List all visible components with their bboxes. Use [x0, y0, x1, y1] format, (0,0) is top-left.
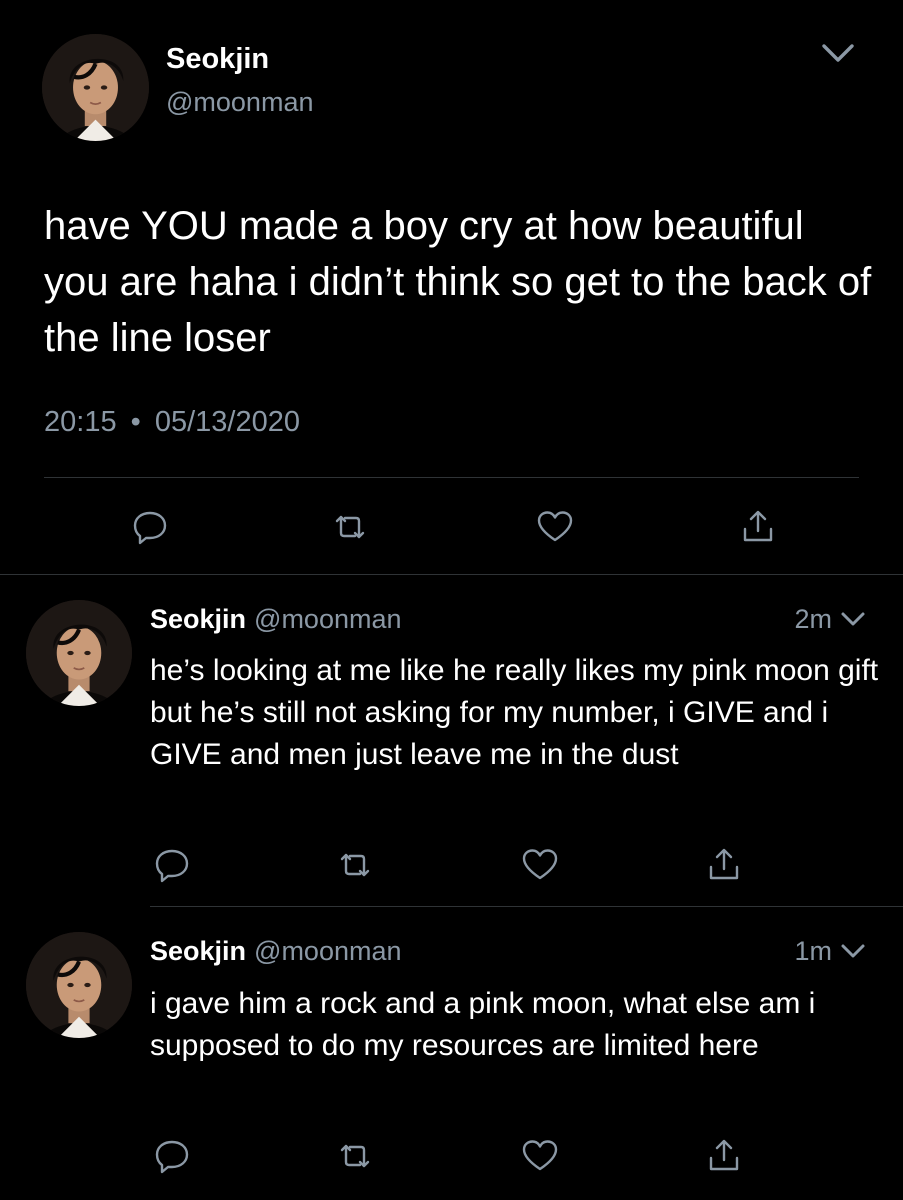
retweet-icon[interactable]	[333, 843, 377, 887]
tweet-text: he’s looking at me like he really likes …	[150, 654, 879, 771]
display-name[interactable]: Seokjin	[150, 604, 246, 634]
retweet-icon[interactable]	[328, 505, 372, 549]
share-icon[interactable]	[702, 1134, 746, 1178]
tweet-time: 20:15	[44, 406, 117, 438]
chevron-down-icon[interactable]	[838, 607, 868, 631]
tweet-text: have YOU made a boy cry at how beautiful…	[44, 204, 872, 360]
chevron-down-icon[interactable]	[818, 38, 858, 68]
display-name[interactable]: Seokjin	[150, 936, 246, 966]
reply-header: Seokjin @moonman	[150, 935, 402, 967]
avatar[interactable]	[26, 600, 132, 706]
share-icon[interactable]	[702, 843, 746, 887]
like-icon[interactable]	[518, 843, 562, 887]
reply-icon[interactable]	[150, 843, 194, 887]
meta-separator: •	[130, 406, 141, 438]
like-icon[interactable]	[518, 1134, 562, 1178]
reply-icon[interactable]	[128, 505, 172, 549]
avatar[interactable]	[26, 932, 132, 1038]
tweet-timestamp: 20:15 • 05/13/2020	[44, 404, 300, 440]
user-handle[interactable]: @moonman	[254, 936, 401, 966]
avatar[interactable]	[42, 34, 149, 141]
like-icon[interactable]	[533, 505, 577, 549]
user-handle[interactable]: @moonman	[166, 86, 313, 118]
chevron-down-icon[interactable]	[838, 939, 868, 963]
divider	[44, 477, 859, 478]
share-icon[interactable]	[736, 505, 780, 549]
tweet-text: i gave him a rock and a pink moon, what …	[150, 987, 816, 1062]
divider	[150, 906, 903, 907]
retweet-icon[interactable]	[333, 1134, 377, 1178]
user-handle[interactable]: @moonman	[254, 604, 401, 634]
reply-icon[interactable]	[150, 1134, 194, 1178]
display-name[interactable]: Seokjin	[166, 42, 269, 76]
tweet-date[interactable]: 05/13/2020	[155, 406, 300, 438]
tweet-time[interactable]: 2m	[760, 603, 832, 635]
reply-header: Seokjin @moonman	[150, 603, 402, 635]
tweet-time[interactable]: 1m	[760, 935, 832, 967]
divider	[0, 574, 903, 575]
